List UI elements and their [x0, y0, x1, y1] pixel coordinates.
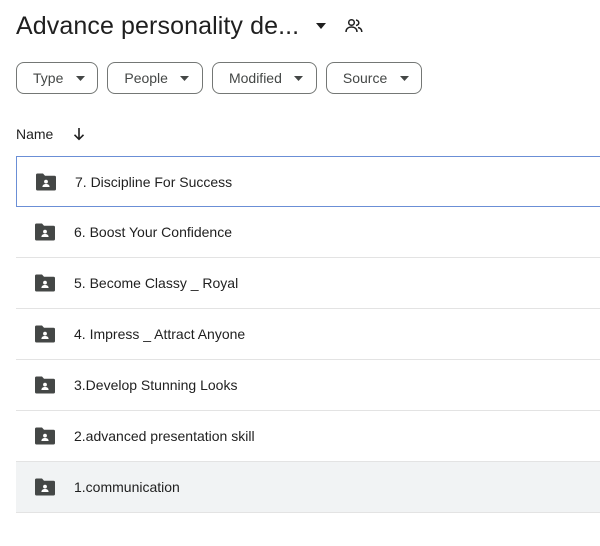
arrow-down-icon[interactable] — [71, 126, 87, 142]
arrow-drop-down-icon — [399, 73, 409, 83]
folder-title[interactable]: Advance personality de... — [16, 12, 299, 41]
folder-name: 3.Develop Stunning Looks — [74, 377, 238, 393]
chip-label: People — [124, 70, 168, 86]
column-label: Name — [16, 126, 54, 142]
people-filter-chip[interactable]: People — [107, 62, 203, 94]
folder-name: 7. Discipline For Success — [75, 173, 233, 190]
chip-label: Modified — [228, 70, 282, 86]
list-item[interactable]: 7. Discipline For Success — [16, 156, 600, 207]
folder-name: 6. Boost Your Confidence — [74, 224, 233, 240]
shared-people-icon[interactable] — [345, 17, 363, 35]
list-item[interactable]: 4. Impress _ Attract Anyone — [16, 309, 600, 360]
list-item[interactable]: 5. Become Classy _ Royal — [16, 258, 600, 309]
arrow-drop-down-icon — [294, 73, 304, 83]
folder-name: 5. Become Classy _ Royal — [74, 275, 239, 291]
filter-chips: Type People Modified Source — [16, 62, 423, 94]
modified-filter-chip[interactable]: Modified — [211, 62, 317, 94]
chip-label: Source — [342, 70, 388, 86]
shared-folder-icon — [34, 478, 56, 496]
arrow-drop-down-icon — [75, 73, 85, 83]
drive-folder-view: Advance personality de... Type People Mo… — [0, 0, 600, 546]
shared-folder-icon — [34, 223, 56, 241]
list-item[interactable]: 6. Boost Your Confidence — [16, 207, 600, 258]
column-header-name[interactable]: Name — [16, 120, 87, 148]
shared-folder-icon — [34, 376, 56, 394]
folder-header: Advance personality de... — [16, 6, 363, 46]
folder-name: 1.communication — [74, 479, 180, 495]
list-item[interactable]: 1.communication — [16, 462, 600, 513]
shared-folder-icon — [34, 427, 56, 445]
list-item[interactable]: 3.Develop Stunning Looks — [16, 360, 600, 411]
folder-name: 4. Impress _ Attract Anyone — [74, 326, 246, 342]
arrow-drop-down-icon[interactable] — [313, 18, 329, 34]
type-filter-chip[interactable]: Type — [16, 62, 99, 94]
shared-folder-icon — [34, 274, 56, 292]
chip-label: Type — [33, 70, 64, 86]
file-list: 7. Discipline For Success 6. Boost Your … — [16, 156, 600, 513]
source-filter-chip[interactable]: Source — [325, 62, 423, 94]
arrow-drop-down-icon — [180, 73, 190, 83]
shared-folder-icon — [35, 173, 57, 191]
folder-name: 2.advanced presentation skill — [74, 428, 255, 444]
list-item[interactable]: 2.advanced presentation skill — [16, 411, 600, 462]
shared-folder-icon — [34, 325, 56, 343]
